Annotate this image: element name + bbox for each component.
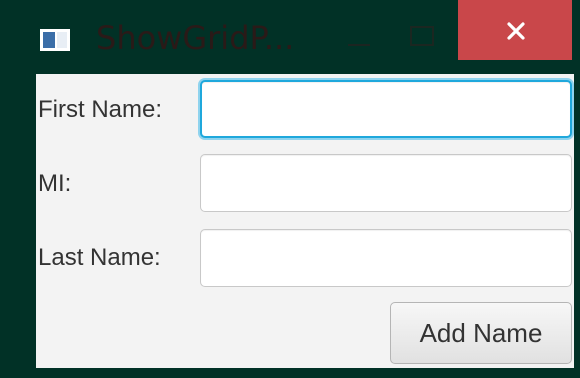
last-name-label: Last Name: — [38, 244, 161, 271]
app-window: ShowGridP... First Name: MI: Last Name: … — [0, 0, 580, 378]
mi-field[interactable] — [200, 154, 572, 212]
grid-pane: First Name: MI: Last Name: Add Name — [36, 74, 574, 368]
close-icon — [507, 22, 525, 40]
maximize-button[interactable] — [400, 22, 450, 62]
last-name-field[interactable] — [200, 229, 572, 287]
minimize-icon — [348, 44, 370, 46]
close-button[interactable] — [458, 0, 572, 60]
first-name-field[interactable] — [200, 80, 572, 138]
maximize-icon — [410, 26, 434, 46]
add-name-button[interactable]: Add Name — [390, 302, 572, 364]
mi-label: MI: — [38, 170, 72, 197]
first-name-label: First Name: — [38, 96, 163, 123]
minimize-button[interactable] — [338, 22, 388, 62]
title-bar[interactable]: ShowGridP... — [0, 0, 580, 74]
java-app-icon — [40, 29, 70, 51]
window-title: ShowGridP... — [96, 19, 295, 57]
